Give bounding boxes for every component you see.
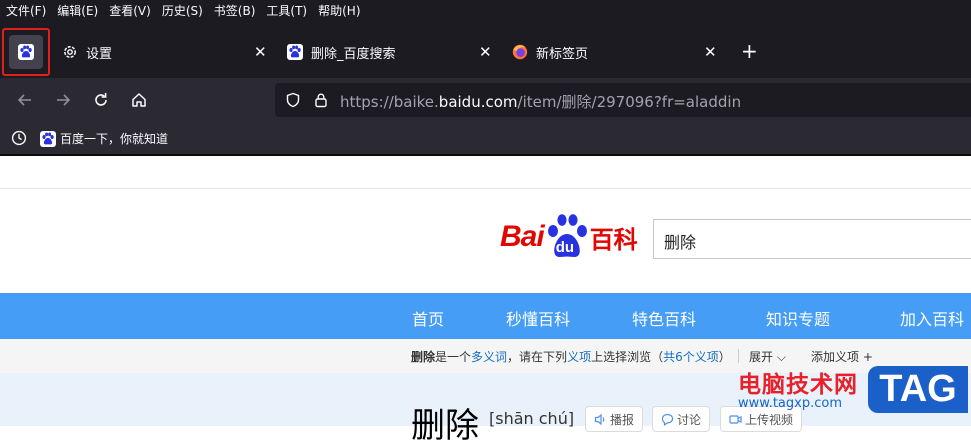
polysemy-link[interactable]: 多义词: [471, 350, 507, 364]
main-nav: 首页 秒懂百科 特色百科 知识专题 加入百科: [0, 293, 971, 339]
web-page: Bai du 百科 删除 首页 秒懂百科 特色百科 知识专题 加入百科 删除是一…: [0, 156, 971, 446]
firefox-icon: [512, 44, 528, 60]
tab-label: 设置: [86, 46, 113, 62]
tab-new[interactable]: 新标签页 ✕: [512, 34, 722, 70]
add-sense-button[interactable]: 添加义项 +: [811, 348, 873, 365]
forward-button[interactable]: [52, 89, 74, 111]
chat-icon: [661, 413, 674, 426]
speak-button[interactable]: 播报: [585, 406, 644, 432]
bookmarks-toolbar: 百度一下，你就知道: [0, 122, 971, 156]
gear-icon: [62, 44, 78, 60]
tab-baidu-search[interactable]: 删除_百度搜索 ✕: [287, 34, 497, 70]
home-button[interactable]: [128, 89, 150, 111]
bookmark-label: 百度一下，你就知道: [60, 132, 169, 146]
new-tab-button[interactable]: +: [741, 41, 758, 61]
tab-bar: 设置 ✕ 删除_百度搜索 ✕ 新标签页 ✕ +: [0, 20, 971, 78]
tab-label: 新标签页: [536, 46, 589, 62]
baidu-paw-icon: [287, 44, 303, 60]
sense-link[interactable]: 义项: [567, 350, 591, 364]
menu-tools[interactable]: 工具(T): [260, 2, 312, 19]
video-icon: [729, 414, 742, 424]
nav-topics[interactable]: 知识专题: [766, 306, 830, 330]
watermark-tag-logo: TAG: [868, 366, 968, 413]
reload-button[interactable]: [90, 89, 112, 111]
baidu-paw-icon: [40, 130, 56, 147]
logo-paw-text: du: [555, 239, 575, 256]
logo-suffix: 百科: [589, 225, 638, 254]
pinned-tab-highlight: [2, 28, 50, 76]
menu-edit[interactable]: 编辑(E): [51, 2, 103, 19]
watermark-url: www.tagxp.com: [738, 396, 842, 411]
navigation-toolbar: https://baike.baidu.com/item/删除/297096?f…: [0, 78, 971, 122]
pinned-tab[interactable]: [9, 35, 43, 69]
sense-count-link[interactable]: 共6个义项: [663, 350, 719, 364]
baidu-paw-icon: [18, 44, 34, 60]
close-icon[interactable]: ✕: [704, 43, 717, 61]
logo-text: Bai: [500, 220, 545, 253]
baidu-paw-logo-icon: du: [545, 213, 589, 261]
divider: [0, 188, 971, 189]
plus-icon: +: [862, 350, 873, 364]
menu-bookmarks[interactable]: 书签(B): [208, 2, 261, 19]
tab-label: 删除_百度搜索: [311, 46, 396, 62]
search-input[interactable]: 删除: [653, 219, 971, 259]
divider: [738, 349, 739, 363]
url-text: https://baike.baidu.com/item/删除/297096?f…: [340, 93, 742, 111]
close-icon[interactable]: ✕: [254, 43, 267, 61]
pinyin: [shān chú]: [489, 409, 575, 428]
nav-featured[interactable]: 特色百科: [632, 306, 696, 330]
nav-miaodong[interactable]: 秒懂百科: [506, 306, 570, 330]
arrow-left-icon: [17, 94, 31, 106]
menu-history[interactable]: 历史(S): [156, 2, 208, 19]
page-title: 删除: [411, 406, 479, 446]
menu-view[interactable]: 查看(V): [103, 2, 156, 19]
nav-join[interactable]: 加入百科: [900, 306, 964, 330]
url-bar[interactable]: https://baike.baidu.com/item/删除/297096?f…: [275, 83, 971, 117]
speaker-icon: [594, 413, 605, 425]
polysemy-text: 删除是一个多义词，请在下列义项上选择浏览（共6个义项）: [411, 350, 731, 364]
close-icon[interactable]: ✕: [479, 43, 492, 61]
menu-help[interactable]: 帮助(H): [312, 2, 365, 19]
expand-button[interactable]: 展开 ⌵: [749, 348, 786, 365]
menu-file[interactable]: 文件(F): [0, 2, 51, 19]
arrow-right-icon: [57, 94, 71, 106]
shield-icon[interactable]: [285, 92, 301, 112]
bookmark-item-baidu[interactable]: 百度一下，你就知道: [40, 130, 168, 147]
chevron-down-icon: ⌵: [776, 350, 786, 364]
nav-home[interactable]: 首页: [412, 306, 444, 330]
baidu-baike-logo[interactable]: Bai du 百科: [500, 212, 638, 262]
menu-bar: 文件(F) 编辑(E) 查看(V) 历史(S) 书签(B) 工具(T) 帮助(H…: [0, 0, 971, 20]
history-clock-icon[interactable]: [11, 130, 27, 150]
home-icon: [132, 93, 146, 107]
tab-settings[interactable]: 设置 ✕: [62, 34, 272, 70]
discuss-button[interactable]: 讨论: [652, 406, 711, 432]
back-button[interactable]: [14, 89, 36, 111]
watermark-title: 电脑技术网: [738, 372, 858, 398]
reload-icon: [95, 93, 107, 106]
lock-icon[interactable]: [313, 92, 329, 112]
